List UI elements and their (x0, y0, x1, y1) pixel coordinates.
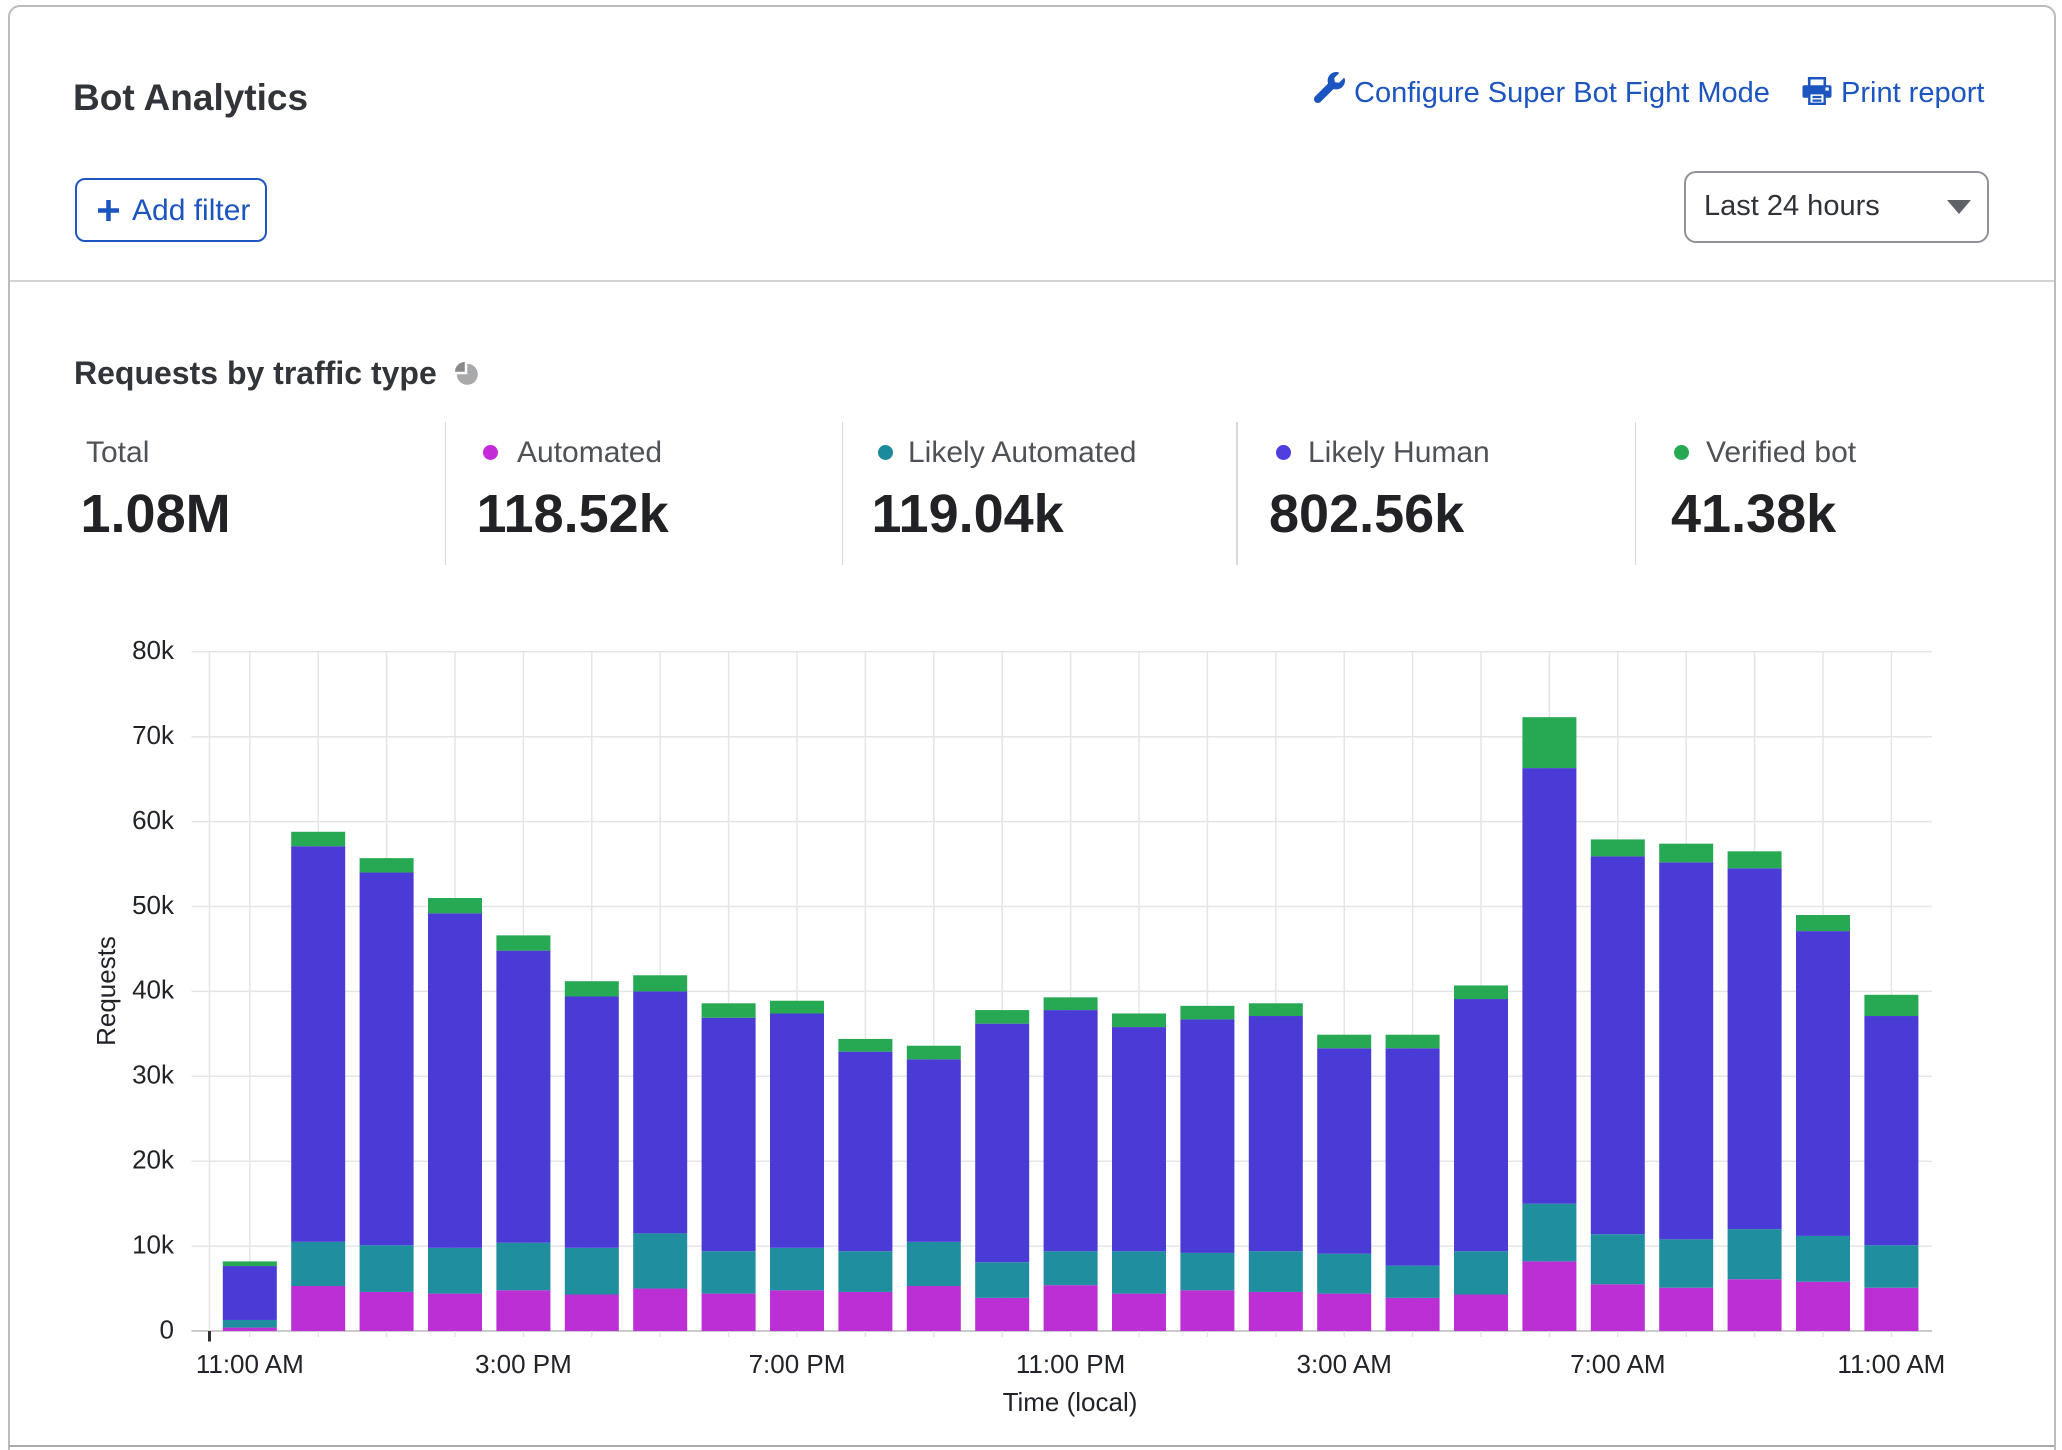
svg-text:7:00 PM: 7:00 PM (749, 1349, 846, 1379)
svg-text:20k: 20k (132, 1145, 175, 1175)
svg-text:7:00 AM: 7:00 AM (1570, 1349, 1665, 1379)
svg-text:40k: 40k (132, 975, 175, 1005)
svg-text:11:00 PM: 11:00 PM (1016, 1349, 1125, 1379)
svg-text:3:00 AM: 3:00 AM (1296, 1349, 1391, 1379)
svg-text:60k: 60k (132, 805, 175, 835)
svg-text:3:00 PM: 3:00 PM (475, 1349, 572, 1379)
svg-text:10k: 10k (132, 1229, 175, 1259)
svg-text:0: 0 (160, 1314, 174, 1344)
svg-text:11:00 AM: 11:00 AM (1837, 1349, 1945, 1379)
svg-text:30k: 30k (132, 1060, 175, 1090)
svg-text:11:00 AM: 11:00 AM (196, 1349, 304, 1379)
svg-text:80k: 80k (132, 635, 175, 665)
svg-text:70k: 70k (132, 720, 175, 750)
svg-text:Time (local): Time (local) (1003, 1387, 1138, 1417)
svg-text:Requests: Requests (91, 936, 121, 1046)
svg-text:50k: 50k (132, 890, 175, 920)
